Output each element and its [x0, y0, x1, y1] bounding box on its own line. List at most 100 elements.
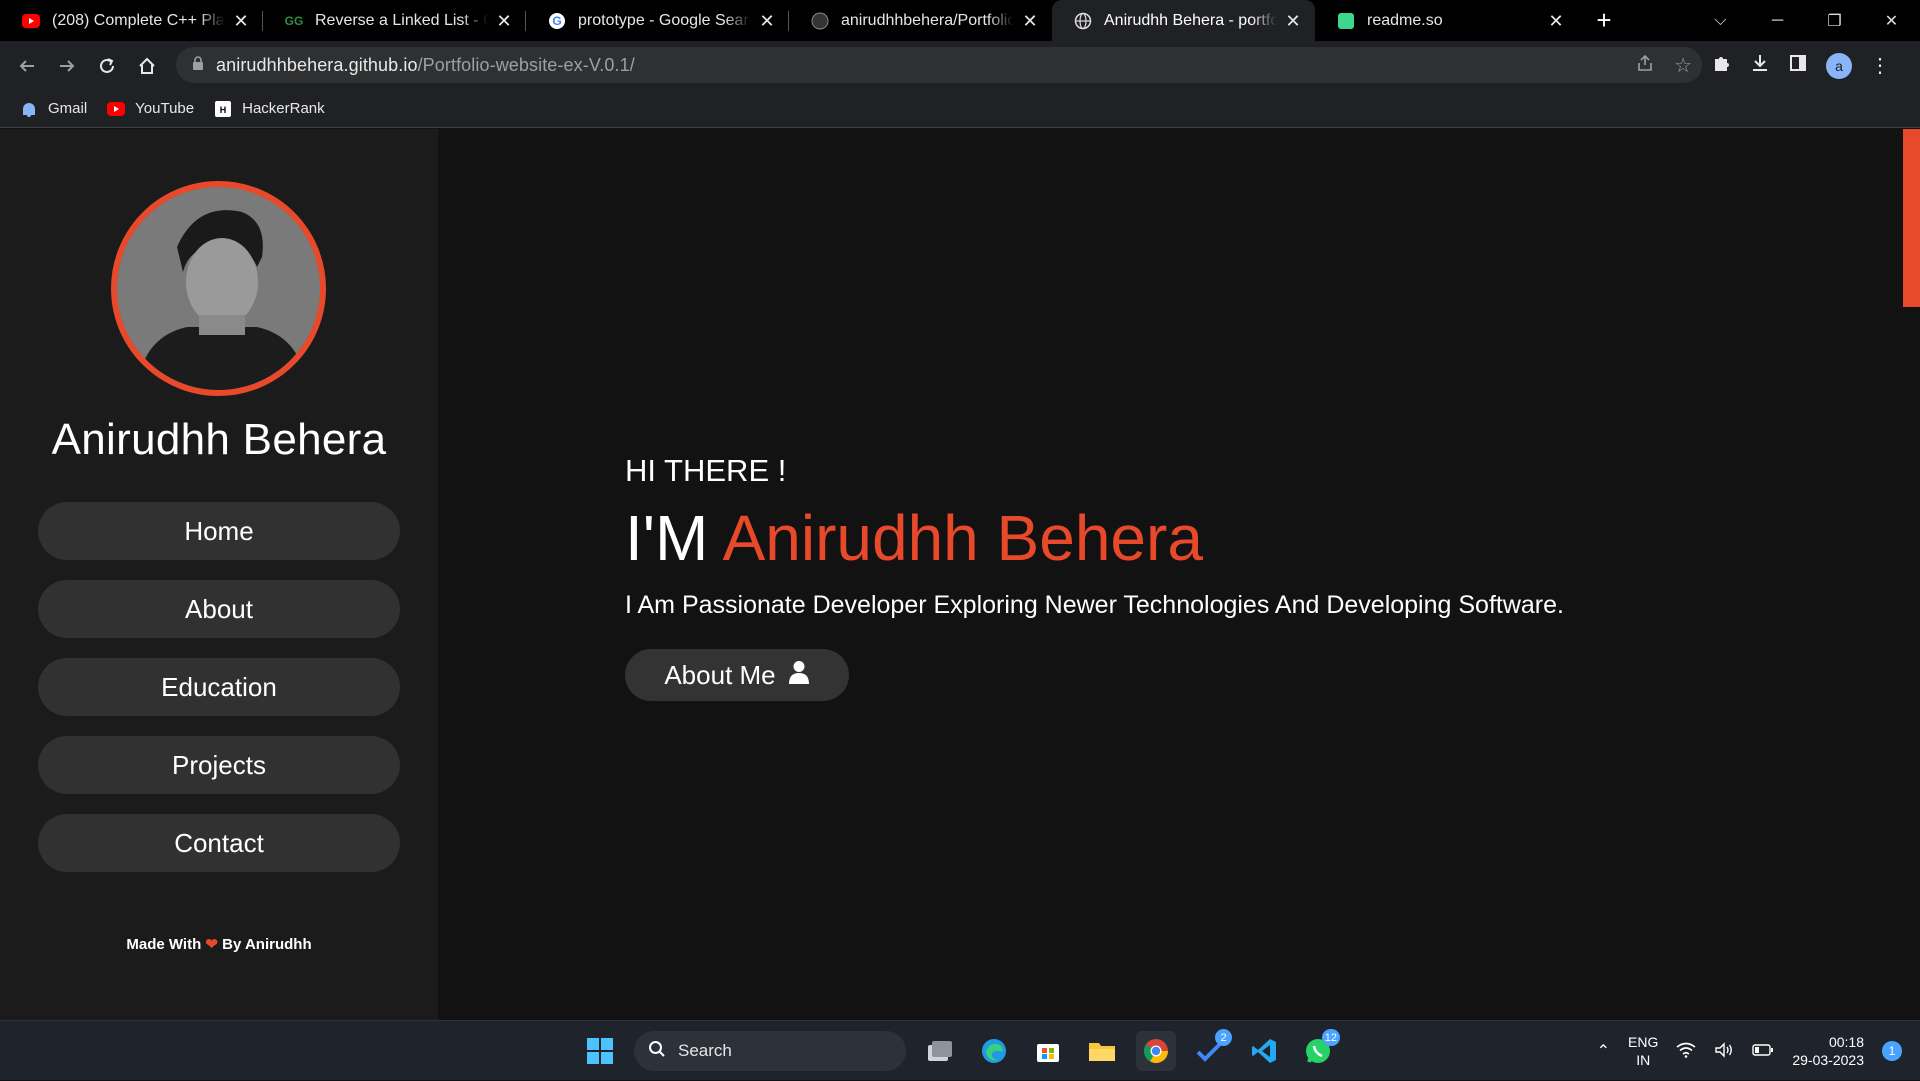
- hero-greeting: HI THERE !: [625, 453, 787, 488]
- close-icon[interactable]: ✕: [759, 12, 775, 30]
- url-path: /Portfolio-website-ex-V.0.1/: [417, 54, 635, 75]
- close-icon[interactable]: ✕: [1022, 12, 1038, 30]
- share-icon[interactable]: [1636, 54, 1654, 77]
- nav-about-button[interactable]: About: [38, 580, 400, 638]
- download-icon[interactable]: [1750, 53, 1770, 78]
- tab-github[interactable]: anirudhhbehera/Portfolio-w ✕: [789, 0, 1052, 41]
- extensions-puzzle-icon[interactable]: [1712, 53, 1732, 78]
- search-label: Search: [678, 1041, 732, 1060]
- battery-icon[interactable]: [1752, 1043, 1774, 1060]
- volume-icon[interactable]: [1714, 1041, 1734, 1061]
- profile-avatar[interactable]: a: [1826, 52, 1852, 79]
- user-icon: [788, 660, 810, 691]
- heart-icon: ❤: [205, 936, 218, 953]
- tab-geeksforgeeks[interactable]: GG Reverse a Linked List - Geek ✕: [263, 0, 526, 41]
- close-icon[interactable]: ✕: [1548, 12, 1564, 30]
- tab-title: Anirudhh Behera - portfolio: [1104, 11, 1277, 29]
- taskbar-search[interactable]: Search: [634, 1031, 906, 1071]
- address-bar[interactable]: anirudhhbehera.github.io/Portfolio-websi…: [176, 47, 1702, 83]
- sidebar: Anirudhh Behera Home About Education Pro…: [0, 129, 438, 1020]
- window-controls: ⌵ ─ ❐ ✕: [1692, 0, 1920, 41]
- footer-credit: Made With ❤ By Anirudhh: [0, 935, 438, 953]
- language-code: ENG: [1628, 1034, 1659, 1050]
- bookmark-label: HackerRank: [242, 100, 325, 117]
- bookmarks-bar: Gmail YouTube H HackerRank: [0, 90, 1920, 128]
- forward-icon[interactable]: [47, 46, 87, 86]
- tab-search-icon[interactable]: ⌵: [1692, 12, 1749, 30]
- tab-readme[interactable]: readme.so ✕: [1315, 0, 1578, 41]
- bookmark-label: YouTube: [135, 100, 195, 117]
- system-clock[interactable]: 00:18 29-03-2023: [1792, 1033, 1864, 1069]
- youtube-icon: [107, 100, 126, 118]
- close-icon[interactable]: ✕: [1285, 12, 1301, 30]
- nav-home-button[interactable]: Home: [38, 502, 400, 560]
- bookmark-star-icon[interactable]: ☆: [1674, 53, 1692, 78]
- about-me-button[interactable]: About Me: [625, 649, 849, 701]
- windows-start-icon[interactable]: [580, 1031, 620, 1071]
- extension-area: a ⋮: [1712, 41, 1890, 90]
- browser-toolbar: anirudhhbehera.github.io/Portfolio-websi…: [0, 41, 1920, 90]
- nav-projects-button[interactable]: Projects: [38, 736, 400, 794]
- scrollbar[interactable]: [1903, 129, 1920, 1020]
- about-me-label: About Me: [664, 659, 776, 690]
- wifi-icon[interactable]: [1676, 1042, 1696, 1061]
- hackerrank-icon: H: [214, 100, 232, 118]
- geeksforgeeks-icon: GG: [284, 13, 304, 28]
- hero-heading: I'M Anirudhh Behera: [625, 501, 1203, 575]
- profile-name: Anirudhh Behera: [51, 415, 387, 464]
- close-icon[interactable]: ✕: [496, 12, 512, 30]
- svg-text:G: G: [552, 14, 561, 28]
- vscode-icon[interactable]: [1244, 1031, 1284, 1071]
- taskbar-apps: Search 2 12: [580, 1029, 1340, 1073]
- home-icon[interactable]: [127, 46, 167, 86]
- footer-prefix: Made With: [126, 936, 202, 953]
- hero-tagline: I Am Passionate Developer Exploring Newe…: [625, 591, 1564, 619]
- close-window-icon[interactable]: ✕: [1863, 11, 1920, 31]
- language-indicator[interactable]: ENG IN: [1628, 1033, 1658, 1069]
- back-icon[interactable]: [7, 46, 47, 86]
- chrome-icon[interactable]: [1136, 1031, 1176, 1071]
- clock-date: 29-03-2023: [1792, 1052, 1864, 1068]
- url-host: anirudhhbehera.github.io: [216, 54, 418, 75]
- github-icon: [811, 12, 829, 30]
- new-tab-button[interactable]: +: [1584, 0, 1624, 41]
- region-code: IN: [1636, 1052, 1651, 1068]
- profile-photo: [111, 181, 326, 396]
- readme-icon: [1337, 12, 1355, 30]
- bookmark-hackerrank[interactable]: H HackerRank: [214, 100, 325, 118]
- clock-time: 00:18: [1828, 1034, 1864, 1050]
- tab-title: anirudhhbehera/Portfolio-w: [841, 11, 1014, 29]
- menu-kebab-icon[interactable]: ⋮: [1870, 53, 1890, 78]
- tab-title: Reverse a Linked List - Geek: [315, 11, 488, 29]
- tab-portfolio[interactable]: Anirudhh Behera - portfolio ✕: [1052, 0, 1315, 41]
- notification-badge[interactable]: 1: [1882, 1041, 1902, 1061]
- microsoft-store-icon[interactable]: [1028, 1031, 1068, 1071]
- side-panel-icon[interactable]: [1788, 53, 1808, 78]
- close-icon[interactable]: ✕: [233, 12, 249, 30]
- edge-icon[interactable]: [974, 1031, 1014, 1071]
- nav-contact-button[interactable]: Contact: [38, 814, 400, 872]
- restore-icon[interactable]: ❐: [1806, 11, 1863, 31]
- gmail-icon: [20, 100, 38, 118]
- search-icon: [648, 1040, 666, 1063]
- chevron-up-icon[interactable]: ⌃: [1597, 1041, 1610, 1061]
- google-icon: G: [548, 12, 566, 30]
- bookmark-youtube[interactable]: YouTube: [107, 100, 194, 118]
- todo-badge: 2: [1215, 1029, 1232, 1046]
- task-view-icon[interactable]: [920, 1031, 960, 1071]
- tab-youtube-cpp[interactable]: (208) Complete C++ Placem ✕: [0, 0, 263, 41]
- url-text: anirudhhbehera.github.io/Portfolio-websi…: [216, 55, 635, 76]
- tab-google-search[interactable]: G prototype - Google Search ✕: [526, 0, 789, 41]
- minimize-icon[interactable]: ─: [1749, 12, 1806, 30]
- lock-icon[interactable]: [192, 55, 204, 75]
- nav-education-button[interactable]: Education: [38, 658, 400, 716]
- windows-taskbar: Search 2 12 ⌃ ENG IN 00:18 29-03-2023 1: [0, 1020, 1920, 1080]
- file-explorer-icon[interactable]: [1082, 1031, 1122, 1071]
- bookmark-gmail[interactable]: Gmail: [20, 100, 87, 118]
- todo-icon[interactable]: 2: [1190, 1029, 1232, 1071]
- hero-heading-name: Anirudhh Behera: [722, 502, 1203, 574]
- portfolio-page: Anirudhh Behera Home About Education Pro…: [0, 129, 1920, 1020]
- reload-icon[interactable]: [87, 46, 127, 86]
- whatsapp-icon[interactable]: 12: [1298, 1029, 1340, 1071]
- scrollbar-thumb[interactable]: [1903, 129, 1920, 307]
